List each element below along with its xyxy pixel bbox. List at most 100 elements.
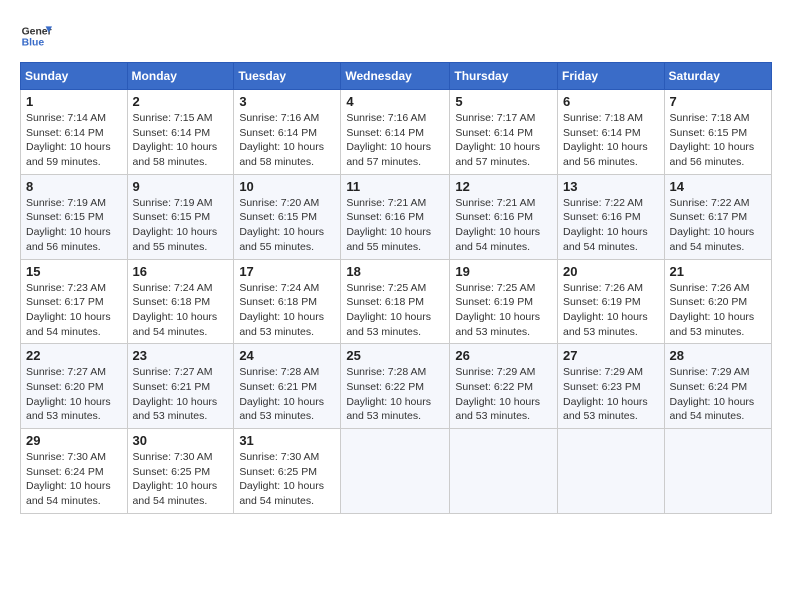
calendar-cell (450, 429, 558, 514)
calendar-cell: 31Sunrise: 7:30 AM Sunset: 6:25 PM Dayli… (234, 429, 341, 514)
calendar-cell: 20 Sunrise: 7:26 AM Sunset: 6:19 PM Dayli… (558, 259, 665, 344)
calendar-cell: 7Sunrise: 7:18 AM Sunset: 6:15 PM Daylig… (664, 90, 771, 175)
calendar-cell: 14 Sunrise: 7:22 AM Sunset: 6:17 PM Dayli… (664, 174, 771, 259)
calendar-cell: 10 Sunrise: 7:20 AM Sunset: 6:15 PM Dayli… (234, 174, 341, 259)
calendar-cell: 28Sunrise: 7:29 AM Sunset: 6:24 PM Dayli… (664, 344, 771, 429)
day-number: 23 (133, 348, 229, 363)
calendar-day-header: Tuesday (234, 63, 341, 90)
day-info: Sunrise: 7:14 AM Sunset: 6:14 PM Dayligh… (26, 111, 122, 170)
day-info: Sunrise: 7:22 AM Sunset: 6:16 PM Dayligh… (563, 196, 659, 255)
calendar-cell: 18 Sunrise: 7:25 AM Sunset: 6:18 PM Dayli… (341, 259, 450, 344)
day-number: 12 (455, 179, 552, 194)
day-info: Sunrise: 7:26 AM Sunset: 6:19 PM Dayligh… (563, 281, 659, 340)
day-number: 2 (133, 94, 229, 109)
day-number: 6 (563, 94, 659, 109)
svg-text:Blue: Blue (22, 38, 45, 49)
day-number: 16 (133, 264, 229, 279)
page-header: General Blue (20, 20, 772, 52)
day-number: 24 (239, 348, 335, 363)
day-info: Sunrise: 7:28 AM Sunset: 6:21 PM Dayligh… (239, 365, 335, 424)
calendar-cell: 22 Sunrise: 7:27 AM Sunset: 6:20 PM Dayli… (21, 344, 128, 429)
calendar-day-header: Sunday (21, 63, 128, 90)
day-info: Sunrise: 7:24 AM Sunset: 6:18 PM Dayligh… (239, 281, 335, 340)
calendar-cell: 30Sunrise: 7:30 AM Sunset: 6:25 PM Dayli… (127, 429, 234, 514)
calendar-cell (558, 429, 665, 514)
day-number: 25 (346, 348, 444, 363)
calendar-day-header: Thursday (450, 63, 558, 90)
calendar-cell: 27Sunrise: 7:29 AM Sunset: 6:23 PM Dayli… (558, 344, 665, 429)
logo: General Blue (20, 20, 52, 52)
day-info: Sunrise: 7:29 AM Sunset: 6:23 PM Dayligh… (563, 365, 659, 424)
day-info: Sunrise: 7:19 AM Sunset: 6:15 PM Dayligh… (133, 196, 229, 255)
day-info: Sunrise: 7:21 AM Sunset: 6:16 PM Dayligh… (346, 196, 444, 255)
calendar-cell (341, 429, 450, 514)
day-info: Sunrise: 7:16 AM Sunset: 6:14 PM Dayligh… (346, 111, 444, 170)
day-info: Sunrise: 7:27 AM Sunset: 6:20 PM Dayligh… (26, 365, 122, 424)
day-number: 18 (346, 264, 444, 279)
calendar-cell: 21 Sunrise: 7:26 AM Sunset: 6:20 PM Dayli… (664, 259, 771, 344)
day-info: Sunrise: 7:28 AM Sunset: 6:22 PM Dayligh… (346, 365, 444, 424)
calendar-cell: 24 Sunrise: 7:28 AM Sunset: 6:21 PM Dayli… (234, 344, 341, 429)
day-number: 21 (670, 264, 766, 279)
day-info: Sunrise: 7:25 AM Sunset: 6:19 PM Dayligh… (455, 281, 552, 340)
day-info: Sunrise: 7:30 AM Sunset: 6:24 PM Dayligh… (26, 450, 122, 509)
day-info: Sunrise: 7:16 AM Sunset: 6:14 PM Dayligh… (239, 111, 335, 170)
calendar-header-row: SundayMondayTuesdayWednesdayThursdayFrid… (21, 63, 772, 90)
day-number: 22 (26, 348, 122, 363)
calendar-cell: 3 Sunrise: 7:16 AM Sunset: 6:14 PM Daylig… (234, 90, 341, 175)
calendar-week-row: 29Sunrise: 7:30 AM Sunset: 6:24 PM Dayli… (21, 429, 772, 514)
day-info: Sunrise: 7:19 AM Sunset: 6:15 PM Dayligh… (26, 196, 122, 255)
calendar-cell: 16 Sunrise: 7:24 AM Sunset: 6:18 PM Dayli… (127, 259, 234, 344)
calendar-cell: 25 Sunrise: 7:28 AM Sunset: 6:22 PM Dayli… (341, 344, 450, 429)
calendar-cell: 29Sunrise: 7:30 AM Sunset: 6:24 PM Dayli… (21, 429, 128, 514)
day-number: 8 (26, 179, 122, 194)
day-info: Sunrise: 7:30 AM Sunset: 6:25 PM Dayligh… (239, 450, 335, 509)
day-info: Sunrise: 7:22 AM Sunset: 6:17 PM Dayligh… (670, 196, 766, 255)
calendar-cell: 6 Sunrise: 7:18 AM Sunset: 6:14 PM Daylig… (558, 90, 665, 175)
day-info: Sunrise: 7:18 AM Sunset: 6:14 PM Dayligh… (563, 111, 659, 170)
day-info: Sunrise: 7:20 AM Sunset: 6:15 PM Dayligh… (239, 196, 335, 255)
calendar-table: SundayMondayTuesdayWednesdayThursdayFrid… (20, 62, 772, 514)
day-number: 17 (239, 264, 335, 279)
calendar-cell: 12 Sunrise: 7:21 AM Sunset: 6:16 PM Dayli… (450, 174, 558, 259)
day-info: Sunrise: 7:21 AM Sunset: 6:16 PM Dayligh… (455, 196, 552, 255)
day-number: 11 (346, 179, 444, 194)
calendar-cell: 5 Sunrise: 7:17 AM Sunset: 6:14 PM Daylig… (450, 90, 558, 175)
day-number: 28 (670, 348, 766, 363)
day-number: 7 (670, 94, 766, 109)
day-info: Sunrise: 7:26 AM Sunset: 6:20 PM Dayligh… (670, 281, 766, 340)
calendar-week-row: 8 Sunrise: 7:19 AM Sunset: 6:15 PM Daylig… (21, 174, 772, 259)
calendar-cell: 26 Sunrise: 7:29 AM Sunset: 6:22 PM Dayli… (450, 344, 558, 429)
calendar-day-header: Friday (558, 63, 665, 90)
calendar-cell: 1 Sunrise: 7:14 AM Sunset: 6:14 PM Daylig… (21, 90, 128, 175)
calendar-cell: 9Sunrise: 7:19 AM Sunset: 6:15 PM Daylig… (127, 174, 234, 259)
day-number: 15 (26, 264, 122, 279)
calendar-week-row: 22 Sunrise: 7:27 AM Sunset: 6:20 PM Dayli… (21, 344, 772, 429)
calendar-day-header: Wednesday (341, 63, 450, 90)
day-number: 1 (26, 94, 122, 109)
day-number: 13 (563, 179, 659, 194)
day-number: 10 (239, 179, 335, 194)
day-number: 30 (133, 433, 229, 448)
day-info: Sunrise: 7:25 AM Sunset: 6:18 PM Dayligh… (346, 281, 444, 340)
day-info: Sunrise: 7:15 AM Sunset: 6:14 PM Dayligh… (133, 111, 229, 170)
day-number: 3 (239, 94, 335, 109)
calendar-cell: 11 Sunrise: 7:21 AM Sunset: 6:16 PM Dayli… (341, 174, 450, 259)
day-info: Sunrise: 7:29 AM Sunset: 6:22 PM Dayligh… (455, 365, 552, 424)
calendar-cell: 17 Sunrise: 7:24 AM Sunset: 6:18 PM Dayli… (234, 259, 341, 344)
calendar-week-row: 1 Sunrise: 7:14 AM Sunset: 6:14 PM Daylig… (21, 90, 772, 175)
day-info: Sunrise: 7:24 AM Sunset: 6:18 PM Dayligh… (133, 281, 229, 340)
day-info: Sunrise: 7:23 AM Sunset: 6:17 PM Dayligh… (26, 281, 122, 340)
calendar-cell (664, 429, 771, 514)
day-number: 5 (455, 94, 552, 109)
day-number: 4 (346, 94, 444, 109)
day-number: 14 (670, 179, 766, 194)
day-info: Sunrise: 7:17 AM Sunset: 6:14 PM Dayligh… (455, 111, 552, 170)
day-number: 19 (455, 264, 552, 279)
calendar-cell: 19 Sunrise: 7:25 AM Sunset: 6:19 PM Dayli… (450, 259, 558, 344)
calendar-week-row: 15 Sunrise: 7:23 AM Sunset: 6:17 PM Dayli… (21, 259, 772, 344)
calendar-day-header: Saturday (664, 63, 771, 90)
day-number: 26 (455, 348, 552, 363)
calendar-cell: 8 Sunrise: 7:19 AM Sunset: 6:15 PM Daylig… (21, 174, 128, 259)
day-number: 20 (563, 264, 659, 279)
